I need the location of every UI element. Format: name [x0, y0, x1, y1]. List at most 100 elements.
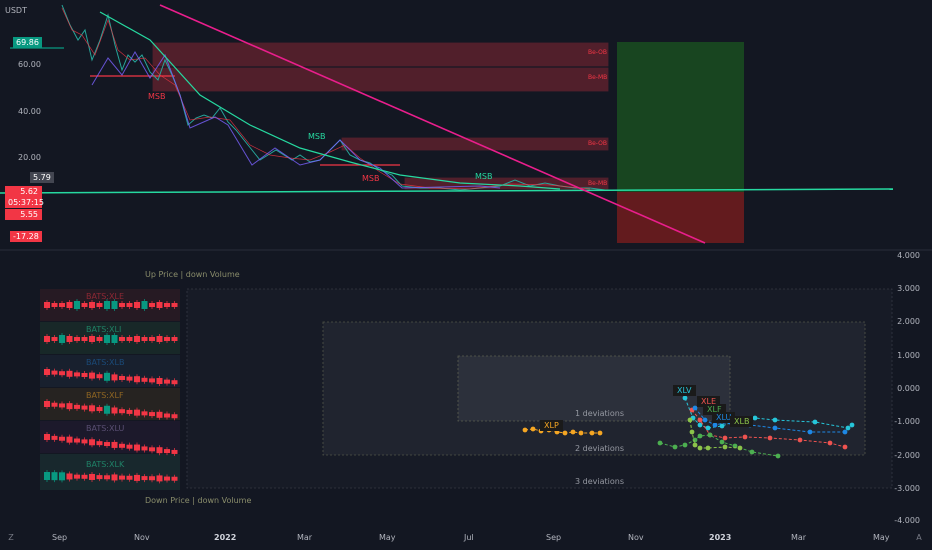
rotation-trail-point[interactable] [827, 440, 833, 446]
long-position-loss-zone[interactable] [617, 192, 744, 243]
y-tick-1: 1.000 [897, 351, 920, 360]
deviation-label-1: 1 deviations [575, 409, 624, 418]
rotation-trail-point[interactable] [689, 429, 695, 435]
rotation-trail-point[interactable] [849, 422, 855, 428]
x-tick: Mar [297, 533, 313, 542]
rotation-trail-point[interactable] [562, 430, 568, 436]
msb-label: MSB [308, 132, 326, 141]
auto-scale-icon[interactable]: A [912, 533, 926, 545]
x-tick: Mar [791, 533, 807, 542]
long-position-profit-zone[interactable] [617, 42, 744, 192]
rotation-trail-point[interactable] [712, 422, 718, 428]
deviation-label-3: 3 deviations [575, 477, 624, 486]
currency-label: USDT [5, 6, 27, 15]
rotation-trail-point[interactable] [697, 445, 703, 451]
x-tick: Sep [52, 533, 68, 542]
y-tick-40: 40.00 [18, 107, 41, 116]
y-tick-3: 3.000 [897, 284, 920, 293]
rotation-trail-point[interactable] [812, 419, 818, 425]
rotation-trail-point[interactable] [530, 426, 536, 432]
rotation-trail-point[interactable] [842, 429, 848, 435]
support-line[interactable] [0, 188, 894, 194]
rotation-trail-point[interactable] [719, 439, 725, 445]
panel-label: BATS:XLK [86, 460, 125, 469]
rotation-trail-point[interactable] [707, 432, 713, 438]
rotation-trail-point[interactable] [842, 444, 848, 450]
rotation-trail-point[interactable] [570, 429, 576, 435]
rotation-trail-point[interactable] [742, 434, 748, 440]
rotation-trail-point[interactable] [775, 453, 781, 459]
x-tick: 2023 [709, 533, 732, 542]
rotation-trail-point[interactable] [705, 445, 711, 451]
zone-label: Be-MB [588, 180, 608, 187]
x-tick: Jul [464, 533, 474, 542]
point-label-xlv[interactable]: XLV [673, 385, 696, 396]
countdown-badge: 05:37:15 [5, 197, 44, 208]
rotation-trail-point[interactable] [692, 437, 698, 443]
rotation-trail-point[interactable] [772, 425, 778, 431]
rotation-trail-point[interactable] [772, 417, 778, 423]
rotation-trail-point[interactable] [589, 430, 595, 436]
x-tick: May [379, 533, 396, 542]
rotation-trail-point[interactable] [692, 442, 698, 448]
current-price-badge: 5.62 [5, 186, 42, 197]
rotation-trail-point[interactable] [705, 425, 711, 431]
bearish-order-block-zone[interactable] [152, 42, 609, 67]
rotation-trail-point[interactable] [578, 430, 584, 436]
zoom-icon[interactable]: Z [4, 533, 18, 545]
high-price-badge: 69.86 [13, 37, 42, 48]
point-label-xlp[interactable]: XLP [540, 420, 563, 431]
rotation-trail-point[interactable] [597, 430, 603, 436]
rotation-trail-point[interactable] [749, 449, 755, 455]
last-price-badge: 5.79 [30, 172, 54, 183]
quadrant-label-bottom: Down Price | down Volume [145, 496, 252, 505]
rotation-trail-point[interactable] [737, 445, 743, 451]
rotation-trail-point[interactable] [682, 395, 688, 401]
rotation-trail-point[interactable] [722, 435, 728, 441]
x-tick: Nov [134, 533, 150, 542]
rotation-trail-point[interactable] [767, 435, 773, 441]
y-tick-60: 60.00 [18, 60, 41, 69]
y-tick-neg3: -3.000 [894, 484, 920, 493]
panel-label: BATS:XLB [86, 358, 125, 367]
deviation-label-2: 2 deviations [575, 444, 624, 453]
zone-label: Be-MB [588, 74, 608, 81]
zone-label: Be-OB [588, 140, 607, 147]
y-tick-neg2: -2.000 [894, 451, 920, 460]
rotation-trail-point[interactable] [657, 440, 663, 446]
bearish-mitigation-block-zone[interactable] [152, 67, 609, 92]
panel-label: BATS:XLU [86, 424, 125, 433]
rotation-trail-point[interactable] [807, 429, 813, 435]
chart-canvas[interactable] [0, 0, 932, 550]
rotation-trail-point[interactable] [697, 417, 703, 423]
rotation-trail-point[interactable] [797, 437, 803, 443]
panel-label: BATS:XLE [86, 292, 124, 301]
rotation-trail-point[interactable] [522, 427, 528, 433]
point-label-xlb[interactable]: XLB [730, 416, 754, 427]
rotation-trail-point[interactable] [687, 417, 693, 423]
descending-trendline[interactable] [99, 11, 561, 190]
quadrant-label-top: Up Price | down Volume [145, 270, 240, 279]
rotation-trail-point[interactable] [722, 444, 728, 450]
price-line[interactable] [61, 4, 606, 191]
panel-label: BATS:XLI [86, 325, 122, 334]
rotation-trail-point[interactable] [682, 442, 688, 448]
bearish-order-block-zone[interactable] [341, 137, 609, 151]
y-tick-neg4: -4.000 [894, 516, 920, 525]
x-tick: May [873, 533, 890, 542]
x-tick: Sep [546, 533, 562, 542]
rotation-trail-point[interactable] [845, 425, 851, 431]
msb-label: MSB [362, 174, 380, 183]
msb-label: MSB [475, 172, 493, 181]
y-tick-4: 4.000 [897, 251, 920, 260]
y-tick-neg1: -1.000 [894, 417, 920, 426]
rotation-trail-point[interactable] [702, 417, 708, 423]
rotation-trail-point[interactable] [697, 433, 703, 439]
panel-label: BATS:XLF [86, 391, 124, 400]
x-tick: Nov [628, 533, 644, 542]
y-tick-20: 20.00 [18, 153, 41, 162]
msb-label: MSB [148, 92, 166, 101]
low-price-badge: 5.55 [5, 209, 42, 220]
x-tick: 2022 [214, 533, 237, 542]
rotation-trail-point[interactable] [672, 444, 678, 450]
